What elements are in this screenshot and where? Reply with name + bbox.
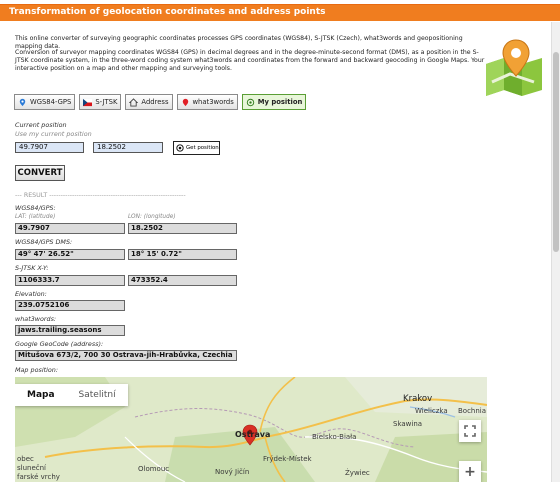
tab-s-jtsk[interactable]: S-JTSK [79,94,122,110]
place-label: sluneční [17,464,47,472]
tab-address[interactable]: Address [125,94,173,110]
app-window: Transformation of geolocation coordinate… [0,0,560,482]
tab-label: My position [257,98,303,106]
longitude-input[interactable]: 18.2502 [93,142,163,153]
fullscreen-icon [464,425,476,437]
place-label: Bochnia [458,407,487,415]
map-position-label: Map position: [15,366,58,374]
place-label: Frýdek-Místek [263,455,312,463]
mode-tabs: WGS84-GPS S-JTSK Address what3words My p… [14,94,307,110]
page-title: Transformation of geolocation coordinate… [9,7,326,17]
result-sjtsk-y: 473352.4 [128,275,237,286]
place-label: Bielsko-Biała [312,433,357,441]
result-sjtsk-x: 1106333.7 [15,275,125,286]
current-position-heading: Current position [15,121,67,129]
map-tab-map[interactable]: Mapa [15,384,67,406]
w3w-pin-icon [182,98,188,106]
tab-wgs84-gps[interactable]: WGS84-GPS [14,94,76,110]
get-position-button[interactable]: Get position [173,141,220,155]
title-bar: Transformation of geolocation coordinate… [0,4,560,21]
sjtsk-label: S-JTSK X-Y: [15,264,49,272]
fullscreen-button[interactable] [459,420,481,442]
current-position-hint: Use my current position [15,130,92,138]
result-dms-lon: 18° 15' 0.72" [128,249,237,260]
place-label: Wieliczka [415,407,448,415]
result-geocode-address: Mitušova 673/2, 700 30 Ostrava-jih-Hrabů… [15,350,237,361]
geocode-label: Google GeoCode (address): [15,340,104,348]
lon-label: LON: (longitude) [128,214,176,220]
map-type-tabs: Mapa Satelitní [15,384,128,406]
place-label: Żywiec [345,469,370,477]
map-pin-logo-icon [486,39,542,96]
dms-label: WGS84/GPS DMS: [15,238,73,246]
result-header: --- RESULT -----------------------------… [15,192,186,199]
result-dms-lat: 49° 47' 26.52" [15,249,125,260]
page-scrollbar[interactable] [551,22,560,482]
result-what3words: jaws.trailing.seasons [15,325,125,336]
what3words-label: what3words: [15,315,57,323]
place-label: obec [17,455,34,463]
crosshair-icon [176,144,184,152]
result-elevation: 239.0752106 [15,300,125,311]
place-label: Skawina [393,420,423,428]
place-label: Krakov [403,394,433,404]
tab-label: S-JTSK [95,98,118,106]
tab-label: WGS84-GPS [30,98,72,106]
czech-flag-icon [83,98,93,106]
place-label: Ostrava [235,430,271,439]
place-label: Olomouc [138,465,170,473]
convert-button[interactable]: CONVERT [15,165,65,181]
zoom-in-button[interactable]: + [459,461,481,482]
tab-label: what3words [192,98,234,106]
scrollbar-thumb[interactable] [553,52,559,252]
map-pin-icon [19,98,26,106]
result-longitude: 18.2502 [128,223,237,234]
crosshair-icon [246,98,254,106]
latitude-input[interactable]: 49.7907 [15,142,84,153]
place-label: Nový Jičín [215,468,250,476]
map-view[interactable]: Krakov Wieliczka Bochnia Skawina Ostrava… [15,377,487,482]
wgs84-label: WGS84/GPS: [15,204,56,212]
tab-my-position[interactable]: My position [241,94,307,110]
get-position-label: Get position [186,145,219,151]
lat-label: LAT: (latitude) [15,214,56,220]
home-icon [129,97,139,107]
tab-label: Address [141,98,169,106]
intro-paragraph-2: Conversion of surveyor mapping coordinat… [15,49,485,72]
tab-what3words[interactable]: what3words [176,94,238,110]
map-tab-satellite[interactable]: Satelitní [67,384,128,406]
place-label: farské vrchy [17,473,60,481]
result-latitude: 49.7907 [15,223,125,234]
elevation-label: Elevation: [15,290,47,298]
